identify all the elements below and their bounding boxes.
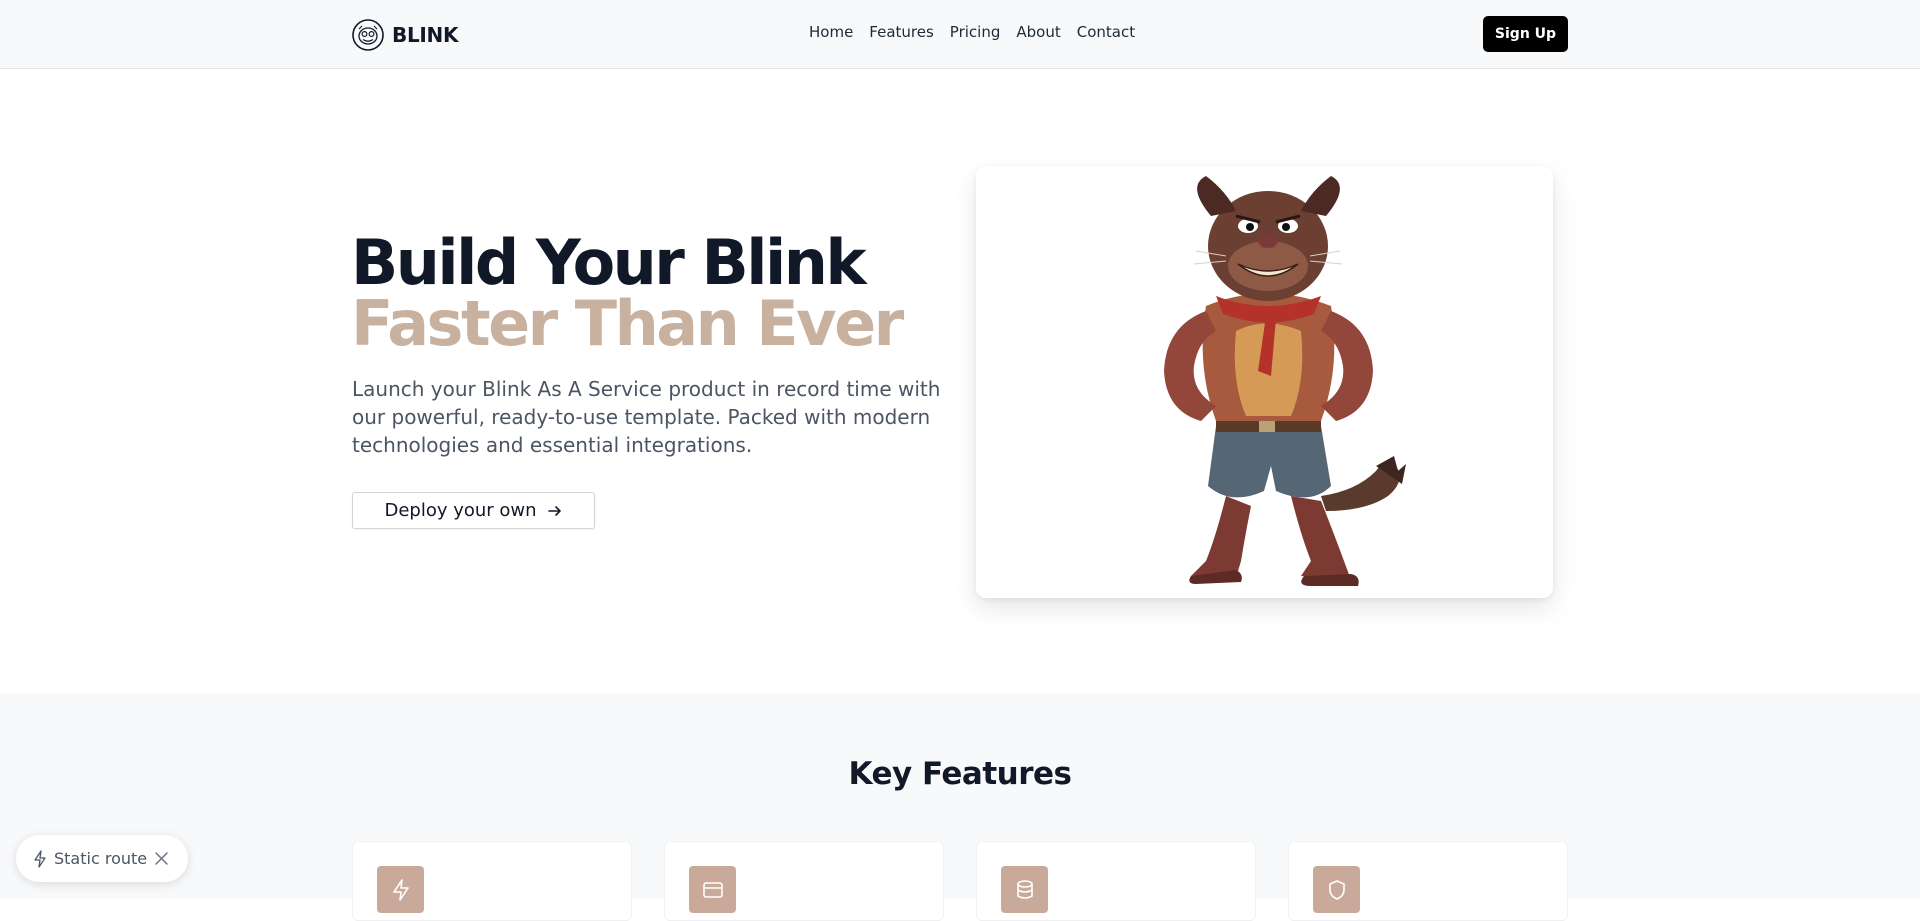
close-icon[interactable] xyxy=(153,850,170,867)
nav-link-pricing[interactable]: Pricing xyxy=(950,23,1001,41)
feature-icon-box xyxy=(1313,866,1360,913)
key-features-section: Key Features xyxy=(0,693,1920,921)
hero-title: Build Your Blink Faster Than Ever xyxy=(351,226,904,360)
sign-up-button[interactable]: Sign Up xyxy=(1483,16,1568,52)
brand-logo-icon xyxy=(352,18,384,51)
mascot-dog-illustration xyxy=(1164,176,1406,586)
shield-icon xyxy=(1328,879,1345,900)
hero-title-line-1: Build Your Blink xyxy=(351,226,867,299)
navbar: BLINK Home Features Pricing About Contac… xyxy=(0,0,1920,69)
feature-icon-box xyxy=(1001,866,1048,913)
deploy-button[interactable]: Deploy your own xyxy=(352,492,595,529)
features-title: Key Features xyxy=(848,756,1072,792)
deploy-button-label: Deploy your own xyxy=(384,500,537,521)
lightning-icon xyxy=(392,878,409,901)
feature-icon-box xyxy=(377,866,424,913)
nav-link-home[interactable]: Home xyxy=(809,23,853,41)
arrow-right-icon xyxy=(547,505,561,516)
hero-description: Launch your Blink As A Service product i… xyxy=(352,377,941,457)
static-route-label: Static route xyxy=(54,849,148,868)
credit-card-icon xyxy=(702,881,723,898)
feature-card-4 xyxy=(1288,841,1568,921)
feature-icon-box xyxy=(689,866,736,913)
brand-logo-link[interactable]: BLINK xyxy=(352,18,458,51)
hero-image-card xyxy=(976,166,1553,598)
feature-card-3 xyxy=(976,841,1256,921)
nav-link-contact[interactable]: Contact xyxy=(1077,23,1135,41)
nav-link-about[interactable]: About xyxy=(1016,23,1060,41)
main-nav: Home Features Pricing About Contact xyxy=(809,23,1135,41)
feature-card-1 xyxy=(352,841,632,921)
lightning-icon xyxy=(34,849,46,868)
database-icon xyxy=(1016,879,1033,899)
hero-title-line-2: Faster Than Ever xyxy=(351,287,904,360)
brand-name: BLINK xyxy=(392,22,459,47)
feature-card-2 xyxy=(664,841,944,921)
static-route-badge[interactable]: Static route xyxy=(16,835,188,882)
nav-link-features[interactable]: Features xyxy=(869,23,934,41)
